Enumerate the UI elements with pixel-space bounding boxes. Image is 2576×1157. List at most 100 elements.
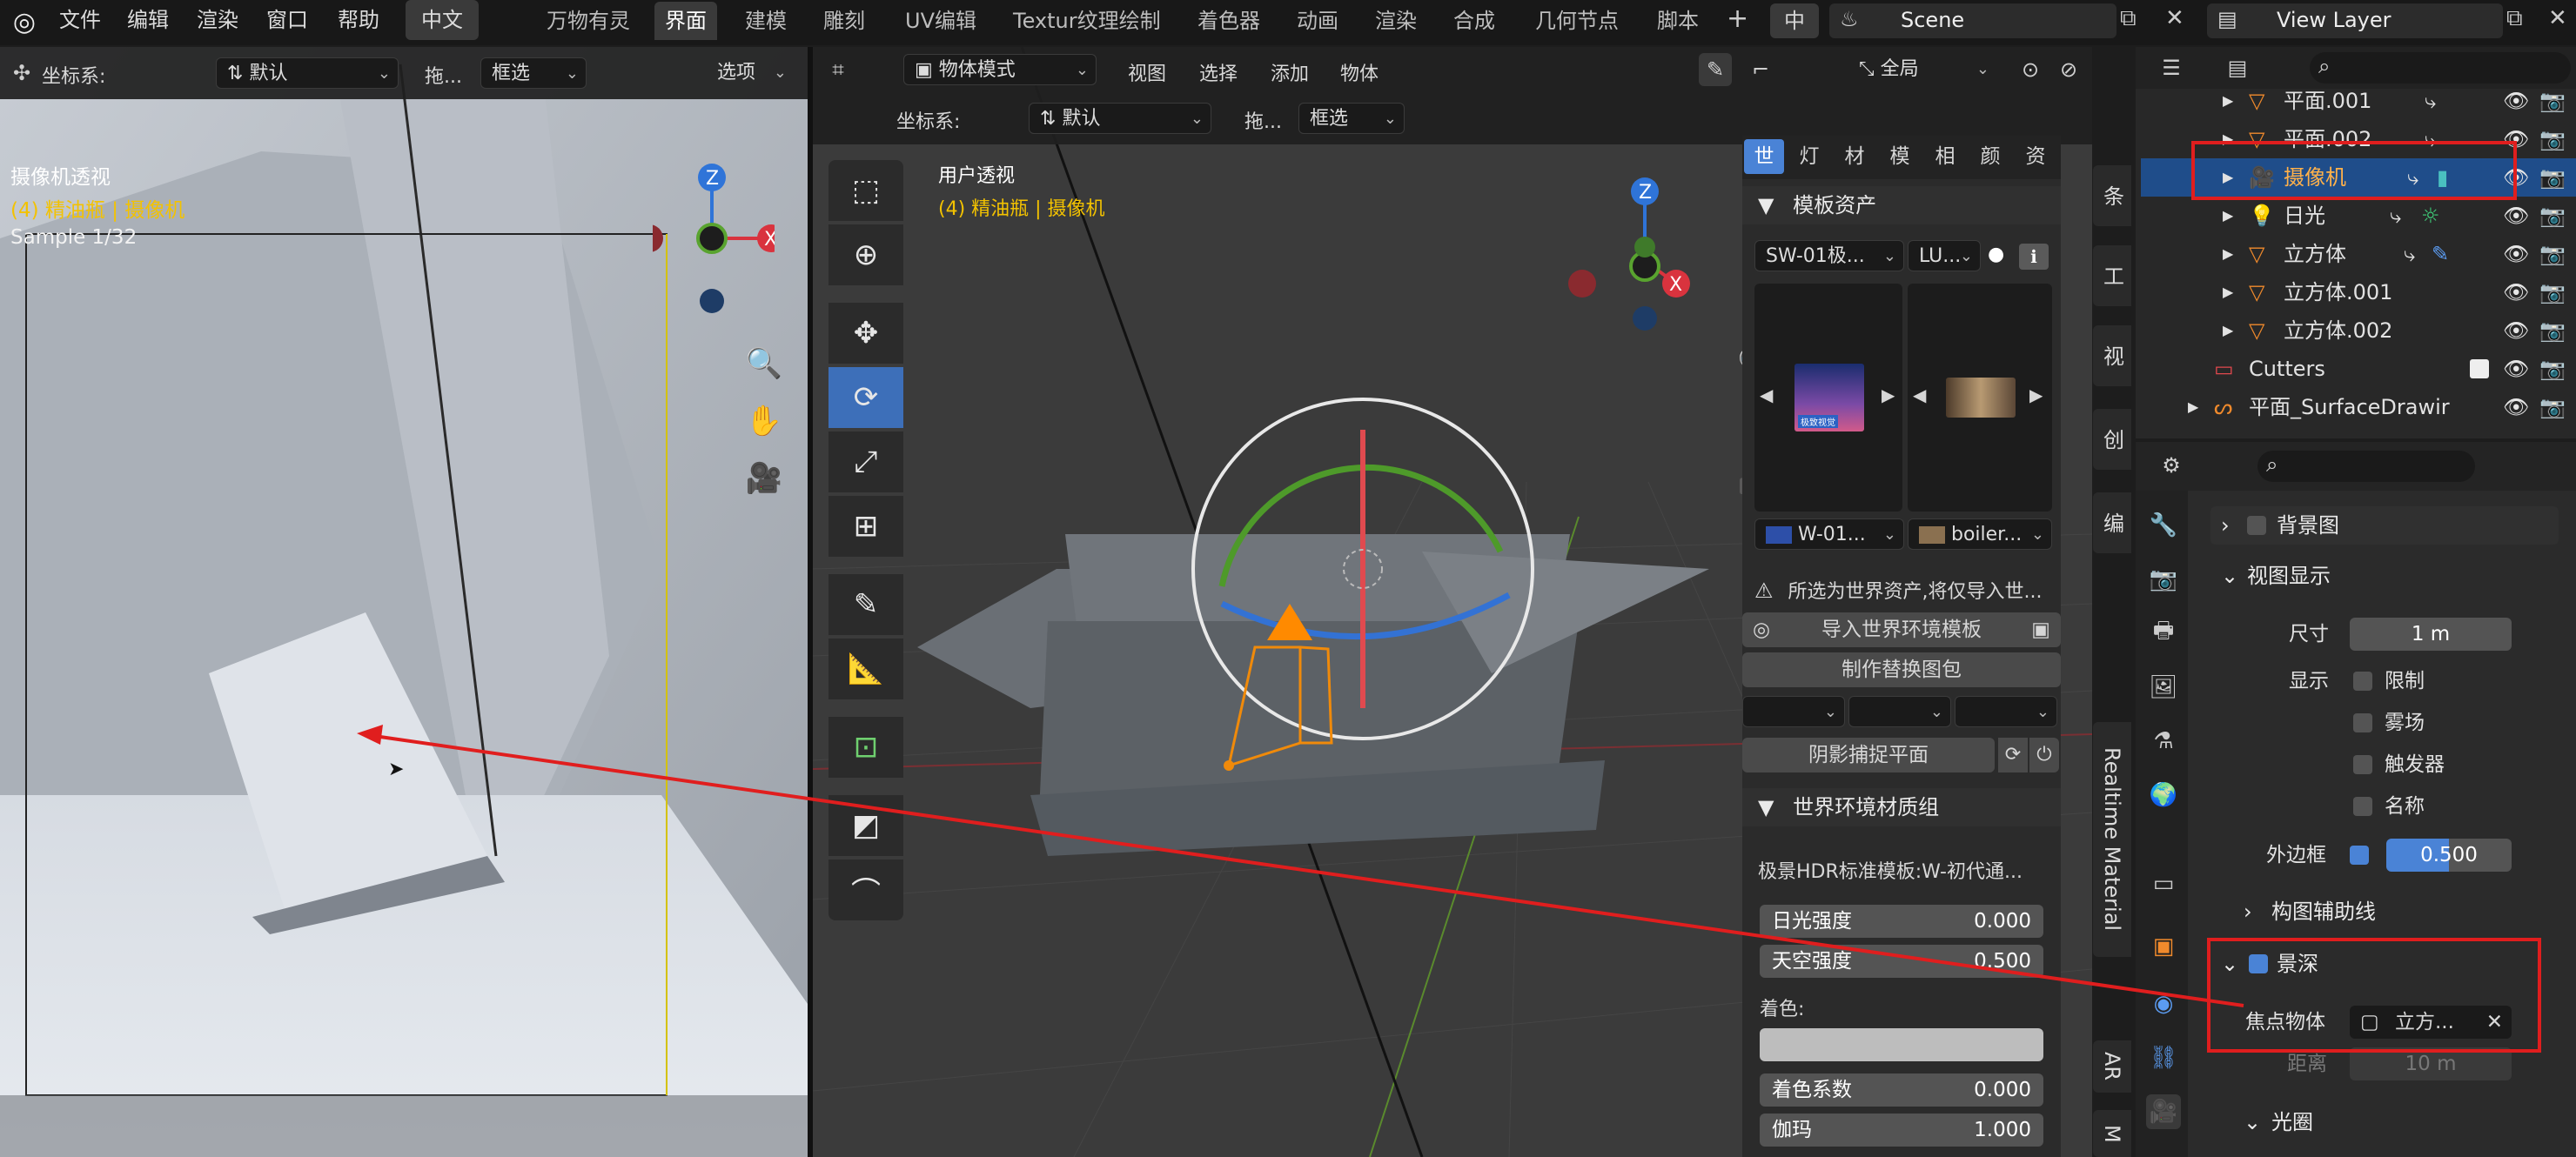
blender-logo-icon[interactable]: ◎ bbox=[7, 5, 42, 40]
transform-icon[interactable]: ✣ bbox=[5, 57, 38, 90]
extra-tool-1[interactable]: ◩ bbox=[828, 795, 903, 856]
select-mode-dropdown[interactable]: 框选 ⌄ bbox=[480, 57, 587, 89]
render-camera-icon[interactable]: 📷 bbox=[2539, 120, 2566, 158]
side-tab-item[interactable]: 条 bbox=[2093, 165, 2131, 226]
collection-icon[interactable]: ▭ bbox=[2146, 866, 2181, 901]
passepartout-field[interactable]: 0.500 bbox=[2386, 839, 2512, 872]
asset-library-dropdown[interactable]: SW-01极... ⌄ bbox=[1754, 240, 1904, 271]
size-field[interactable]: 1 m bbox=[2350, 618, 2512, 651]
tab-camera[interactable]: 相 bbox=[1925, 139, 1965, 174]
render-camera-icon[interactable]: 📷 bbox=[2539, 158, 2566, 197]
checkbox-icon[interactable] bbox=[2470, 359, 2489, 378]
scene-selector[interactable]: ♨ Scene bbox=[1829, 3, 2116, 38]
menu-help[interactable]: 帮助 bbox=[338, 0, 379, 40]
camera-view-icon[interactable]: 🎥 bbox=[740, 454, 788, 503]
viewport-display-section[interactable]: ⌄ 视图显示 bbox=[2210, 557, 2559, 595]
shadow-catcher-button[interactable]: 阴影捕捉平面 bbox=[1742, 738, 1995, 772]
outliner-row-cube[interactable]: ▶ ▽ 立方体 ⤷ ✎ 👁 📷 bbox=[2141, 235, 2576, 273]
view-layer-icon[interactable]: 🖼 bbox=[2146, 670, 2181, 705]
menu-file[interactable]: 文件 bbox=[59, 0, 101, 40]
next-arrow-icon[interactable]: ▶ bbox=[1882, 385, 1895, 405]
side-tab-m[interactable]: M bbox=[2093, 1110, 2131, 1157]
delete-scene-icon[interactable]: ✕ bbox=[2165, 5, 2184, 31]
menu-object[interactable]: 物体 bbox=[1340, 58, 1379, 86]
constraints-icon[interactable]: ⛓ bbox=[2146, 1040, 2181, 1075]
transform-tool[interactable]: ⊞ bbox=[828, 496, 903, 557]
passepartout-checkbox[interactable] bbox=[2350, 846, 2369, 865]
render-icon[interactable]: 📷 bbox=[2146, 562, 2181, 597]
outliner-row-plane-001[interactable]: ▶ ▽ 平面.001 ⤷ 👁 📷 bbox=[2141, 82, 2576, 120]
mode-dropdown[interactable]: ▣ 物体模式 ⌄ bbox=[903, 54, 1097, 85]
menu-view[interactable]: 视图 bbox=[1128, 58, 1166, 86]
physics-icon[interactable]: ◉ bbox=[2146, 986, 2181, 1021]
zoom-icon[interactable]: 🔍 bbox=[740, 339, 788, 388]
outliner-row-cube-002[interactable]: ▶ ▽ 立方体.002 👁 📷 bbox=[2141, 311, 2576, 350]
dot-icon[interactable]: ● bbox=[1988, 244, 2014, 270]
select-box-tool[interactable]: ⬚ bbox=[828, 160, 903, 221]
eye-icon[interactable]: 👁 bbox=[2503, 273, 2529, 311]
name-checkbox[interactable] bbox=[2353, 797, 2372, 816]
add-workspace-icon[interactable]: + bbox=[1727, 3, 1748, 34]
make-pack-button[interactable]: 制作替换图包 bbox=[1742, 652, 2061, 687]
background-image-section[interactable]: › 背景图 bbox=[2210, 506, 2559, 545]
asset-preview-right[interactable]: ◀ ▶ bbox=[1908, 284, 2052, 512]
lang-toggle-button[interactable]: 中 bbox=[1770, 3, 1819, 38]
prev-arrow-icon[interactable]: ◀ bbox=[1913, 385, 1926, 405]
new-scene-icon[interactable]: ⧉ bbox=[2120, 5, 2137, 32]
extra-tool-2[interactable]: ⌒ bbox=[828, 859, 903, 920]
measure-tool[interactable]: 📐 bbox=[828, 639, 903, 699]
tab-rendering[interactable]: 渲染 bbox=[1365, 2, 1427, 40]
render-camera-icon[interactable]: 📷 bbox=[2539, 311, 2566, 350]
side-tab-view[interactable]: 视 bbox=[2093, 325, 2131, 386]
axis-gizmo[interactable]: Z X bbox=[1544, 160, 1692, 334]
import-world-button[interactable]: ◎ 导入世界环境模板 ▣ bbox=[1742, 612, 2061, 647]
eye-icon[interactable]: 👁 bbox=[2503, 350, 2529, 388]
render-camera-icon[interactable]: 📷 bbox=[2539, 235, 2566, 273]
empty-dropdown-3[interactable]: ⌄ bbox=[1955, 696, 2057, 727]
side-tab-edit[interactable]: 编 bbox=[2093, 492, 2131, 553]
outliner-row-cutters[interactable]: ▭ Cutters 👁 📷 bbox=[2141, 350, 2576, 388]
eyedropper-icon[interactable]: ✎ bbox=[1699, 53, 1732, 86]
asset-thumbnail-1[interactable]: 极致视觉 bbox=[1794, 364, 1864, 431]
render-camera-icon[interactable]: 📷 bbox=[2539, 197, 2566, 235]
gamma-field[interactable]: 伽玛 1.000 bbox=[1760, 1114, 2043, 1147]
eye-icon[interactable]: 👁 bbox=[2503, 235, 2529, 273]
bg-image-checkbox[interactable] bbox=[2247, 516, 2266, 535]
annotate-tool[interactable]: ✎ bbox=[828, 574, 903, 635]
select-mode-dropdown[interactable]: 框选 ⌄ bbox=[1298, 103, 1405, 134]
side-tab-create[interactable]: 创 bbox=[2093, 409, 2131, 470]
transform-orientation-dropdown[interactable]: ⤡ 全局 ⌄ bbox=[1848, 54, 1996, 85]
render-camera-icon[interactable]: 📷 bbox=[2539, 388, 2566, 426]
proportional-edit-icon[interactable]: ⊘ bbox=[2052, 53, 2085, 86]
tab-compositing[interactable]: 合成 bbox=[1443, 2, 1506, 40]
menu-window[interactable]: 窗口 bbox=[266, 0, 308, 40]
move-tool[interactable]: ✥ bbox=[828, 303, 903, 364]
eye-icon[interactable]: 👁 bbox=[2503, 311, 2529, 350]
menu-select[interactable]: 选择 bbox=[1199, 58, 1238, 86]
eye-icon[interactable]: 👁 bbox=[2503, 197, 2529, 235]
asset-preview-left[interactable]: ◀ 极致视觉 ▶ bbox=[1754, 284, 1902, 512]
tab-animation[interactable]: 动画 bbox=[1286, 2, 1349, 40]
sun-strength-field[interactable]: 日光强度 0.000 bbox=[1760, 905, 2043, 938]
tab-sculpt[interactable]: 雕刻 bbox=[813, 2, 875, 40]
next-arrow-icon[interactable]: ▶ bbox=[2029, 385, 2043, 405]
mist-checkbox[interactable] bbox=[2353, 713, 2372, 732]
outliner-row-cube-001[interactable]: ▶ ▽ 立方体.001 👁 📷 bbox=[2141, 273, 2576, 311]
add-cube-tool[interactable]: ⊡ bbox=[828, 717, 903, 778]
object-icon[interactable]: ▣ bbox=[2146, 929, 2181, 964]
outliner-filter-icon[interactable]: ▤ bbox=[2221, 51, 2254, 84]
render-camera-icon[interactable]: 📷 bbox=[2539, 350, 2566, 388]
properties-search-input[interactable]: ⌕ bbox=[2257, 451, 2475, 482]
limits-checkbox[interactable] bbox=[2353, 672, 2372, 691]
info-icon[interactable]: ℹ bbox=[2019, 244, 2049, 270]
tab-assets[interactable]: 资 bbox=[2016, 139, 2056, 174]
side-tab-ar[interactable]: AR bbox=[2093, 1040, 2131, 1093]
render-camera-icon[interactable]: 📷 bbox=[2539, 82, 2566, 120]
assets-section-header[interactable]: ▼ 模板资产 bbox=[1742, 186, 2061, 224]
tab-scripting[interactable]: 脚本 bbox=[1647, 2, 1709, 40]
camera-data-icon[interactable]: 🎥 bbox=[2146, 1094, 2181, 1129]
output-icon[interactable]: 🖶 bbox=[2146, 616, 2181, 651]
empty-dropdown-2[interactable]: ⌄ bbox=[1848, 696, 1951, 727]
cursor-tool[interactable]: ⊕ bbox=[828, 224, 903, 285]
coord-system-dropdown[interactable]: ⇅ 默认 ⌄ bbox=[1029, 103, 1211, 134]
